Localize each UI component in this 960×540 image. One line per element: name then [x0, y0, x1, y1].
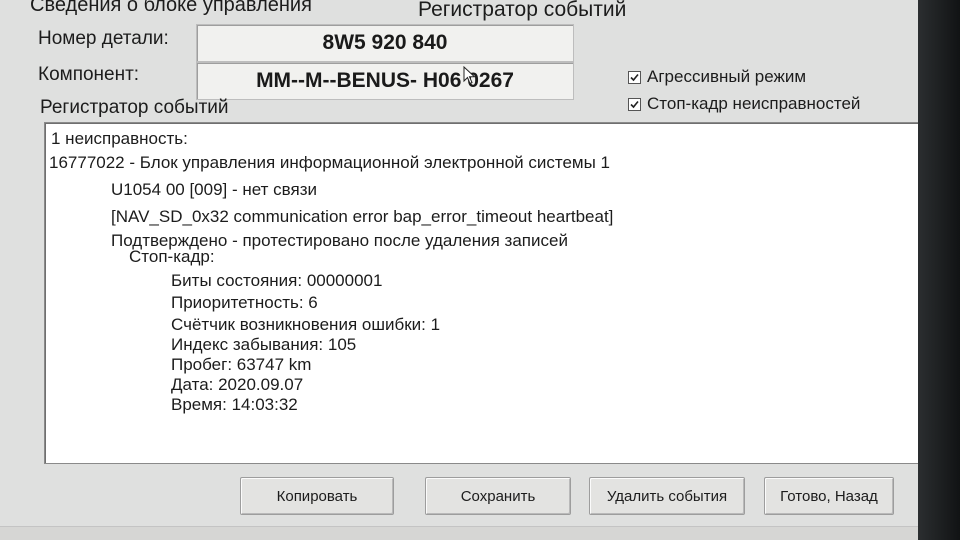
log-line: 16777022 - Блок управления информационно… — [49, 153, 611, 172]
log-line: 1 неисправность: — [51, 129, 188, 148]
log-line: Счётчик возникновения ошибки: 1 — [171, 315, 441, 334]
save-button[interactable]: Сохранить — [425, 477, 571, 515]
aggressive-mode-checkbox[interactable]: Агрессивный режим — [628, 67, 806, 87]
checkbox-checked-icon — [628, 97, 641, 111]
part-number-label: Номер детали: — [38, 28, 169, 49]
log-line: [NAV_SD_0x32 communication error bap_err… — [111, 207, 614, 226]
log-line: Дата: 2020.09.07 — [171, 375, 304, 394]
log-line: Приоритетность: 6 — [171, 293, 318, 312]
freeze-frame-label: Стоп-кадр неисправностей — [647, 94, 861, 113]
monitor-bezel — [918, 0, 960, 540]
copy-button[interactable]: Копировать — [240, 477, 394, 515]
group-title: Сведения о блоке управления — [30, 0, 312, 16]
checkbox-checked-icon — [628, 70, 641, 84]
log-line: Индекс забывания: 105 — [171, 335, 357, 354]
log-line: U1054 00 [009] - нет связи — [111, 180, 317, 199]
log-line: Стоп-кадр: — [129, 247, 215, 266]
component-field: MM--M--BENUS- H06 0267 — [196, 62, 574, 100]
aggressive-mode-label: Агрессивный режим — [647, 67, 807, 86]
app-window: Сведения о блоке управления Регистратор … — [0, 0, 918, 540]
taskbar — [0, 526, 918, 540]
log-line: Время: 14:03:32 — [171, 395, 298, 414]
mouse-pointer-icon — [463, 66, 476, 85]
freeze-frame-checkbox[interactable]: Стоп-кадр неисправностей — [628, 94, 860, 114]
log-line: Пробег: 63747 km — [171, 355, 312, 374]
done-back-button[interactable]: Готово, Назад — [764, 477, 894, 515]
event-log-textarea[interactable]: 1 неисправность: 16777022 - Блок управле… — [44, 122, 918, 464]
window-title: Регистратор событий — [418, 0, 627, 21]
log-line: Биты состояния: 00000001 — [171, 271, 383, 290]
part-number-field: 8W5 920 840 — [196, 24, 574, 62]
delete-events-button[interactable]: Удалить события — [589, 477, 745, 515]
component-label: Компонент: — [38, 64, 140, 85]
event-log-label: Регистратор событий — [40, 97, 229, 118]
